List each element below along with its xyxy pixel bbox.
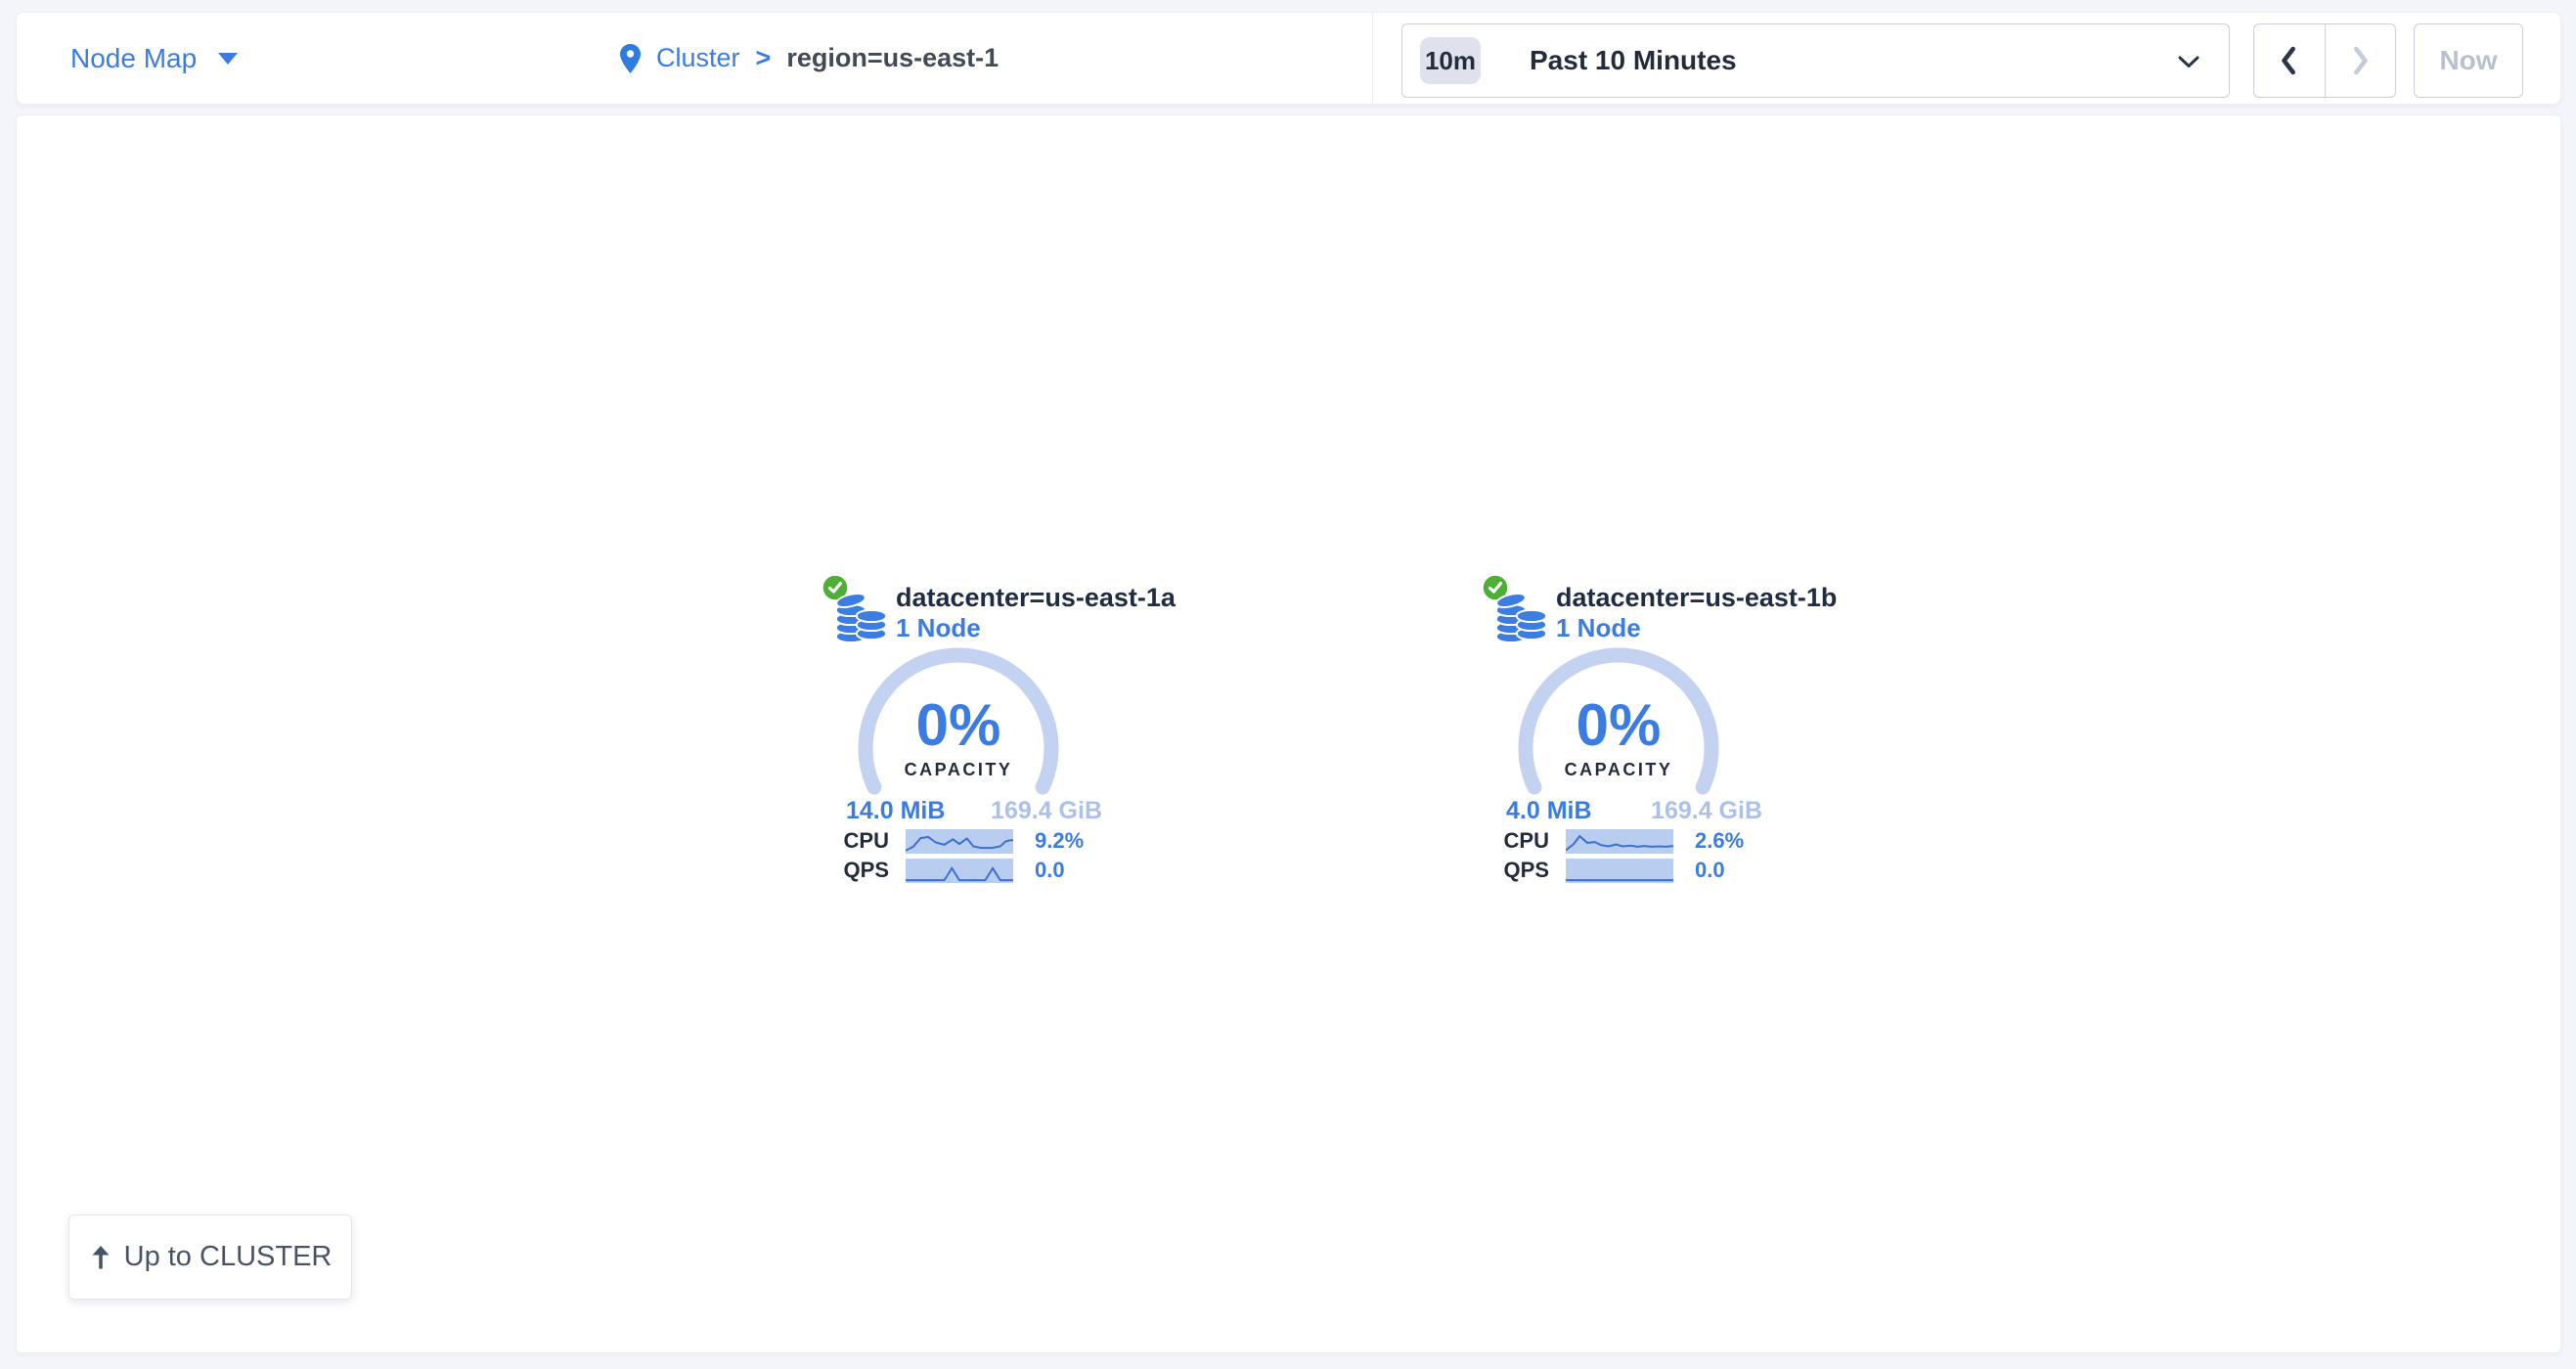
datacenter-title: datacenter=us-east-1b — [1556, 583, 1837, 613]
cpu-sparkline — [906, 829, 1013, 854]
chevron-right-icon — [2349, 44, 2371, 77]
cpu-value: 9.2% — [1035, 828, 1084, 854]
capacity-percentage: 0% — [1516, 696, 1721, 755]
breadcrumb-current: region=us-east-1 — [786, 43, 999, 73]
capacity-used: 4.0 MiB — [1506, 797, 1592, 825]
capacity-total: 169.4 GiB — [1651, 797, 1762, 825]
datacenter-title: datacenter=us-east-1a — [896, 583, 1176, 613]
header-divider — [1372, 13, 1373, 104]
cpu-label: CPU — [1481, 828, 1549, 854]
time-range-badge: 10m — [1420, 37, 1481, 84]
qps-value: 0.0 — [1035, 858, 1065, 883]
arrow-up-icon — [89, 1244, 112, 1270]
breadcrumb: Cluster > region=us-east-1 — [620, 13, 999, 104]
breadcrumb-cluster-link[interactable]: Cluster — [656, 43, 740, 73]
prev-range-button[interactable] — [2254, 24, 2325, 97]
database-stack-icon — [1494, 593, 1547, 643]
capacity-label: CAPACITY — [856, 759, 1061, 780]
cpu-value: 2.6% — [1695, 828, 1744, 854]
location-pin-icon — [620, 44, 641, 73]
up-to-cluster-label: Up to CLUSTER — [124, 1241, 333, 1273]
view-selector-dropdown[interactable]: Node Map — [70, 13, 238, 104]
time-range-label: Past 10 Minutes — [1530, 45, 1737, 76]
capacity-label: CAPACITY — [1516, 759, 1721, 780]
database-stack-icon — [834, 593, 887, 643]
time-range-dropdown[interactable]: 10m Past 10 Minutes — [1401, 23, 2230, 98]
qps-label: QPS — [821, 858, 889, 883]
datacenter-node-count[interactable]: 1 Node — [1556, 613, 1837, 643]
cpu-label: CPU — [821, 828, 889, 854]
next-range-button[interactable] — [2325, 24, 2396, 97]
caret-down-icon — [218, 53, 238, 65]
cpu-sparkline — [1566, 829, 1673, 854]
node-map-canvas: datacenter=us-east-1a 1 Node 0% CAPACITY… — [16, 114, 2561, 1353]
cpu-metric-row: CPU 2.6% — [1481, 828, 1744, 854]
qps-metric-row: QPS 0.0 — [1481, 858, 1725, 883]
breadcrumb-separator: > — [756, 43, 772, 73]
now-button[interactable]: Now — [2414, 23, 2523, 98]
view-selector-label: Node Map — [70, 43, 197, 74]
cpu-metric-row: CPU 9.2% — [821, 828, 1084, 854]
datacenter-card-us-east-1a[interactable]: datacenter=us-east-1a 1 Node 0% CAPACITY… — [821, 571, 1114, 908]
datacenter-card-us-east-1b[interactable]: datacenter=us-east-1b 1 Node 0% CAPACITY… — [1481, 571, 1774, 908]
capacity-used: 14.0 MiB — [846, 797, 945, 825]
capacity-stats: 14.0 MiB 169.4 GiB — [846, 797, 1102, 825]
datacenter-header: datacenter=us-east-1b 1 Node — [1556, 583, 1837, 643]
qps-metric-row: QPS 0.0 — [821, 858, 1065, 883]
qps-value: 0.0 — [1695, 858, 1725, 883]
qps-sparkline — [906, 859, 1013, 883]
chevron-left-icon — [2279, 44, 2300, 77]
datacenter-node-count[interactable]: 1 Node — [896, 613, 1176, 643]
qps-sparkline — [1566, 859, 1673, 883]
capacity-percentage: 0% — [856, 696, 1061, 755]
capacity-stats: 4.0 MiB 169.4 GiB — [1506, 797, 1762, 825]
capacity-total: 169.4 GiB — [991, 797, 1102, 825]
time-range-arrows — [2253, 23, 2396, 98]
qps-label: QPS — [1481, 858, 1549, 883]
chevron-down-icon — [2178, 56, 2199, 68]
up-to-cluster-button[interactable]: Up to CLUSTER — [68, 1214, 352, 1300]
header-bar: Node Map Cluster > region=us-east-1 10m … — [16, 12, 2561, 105]
datacenter-header: datacenter=us-east-1a 1 Node — [896, 583, 1176, 643]
